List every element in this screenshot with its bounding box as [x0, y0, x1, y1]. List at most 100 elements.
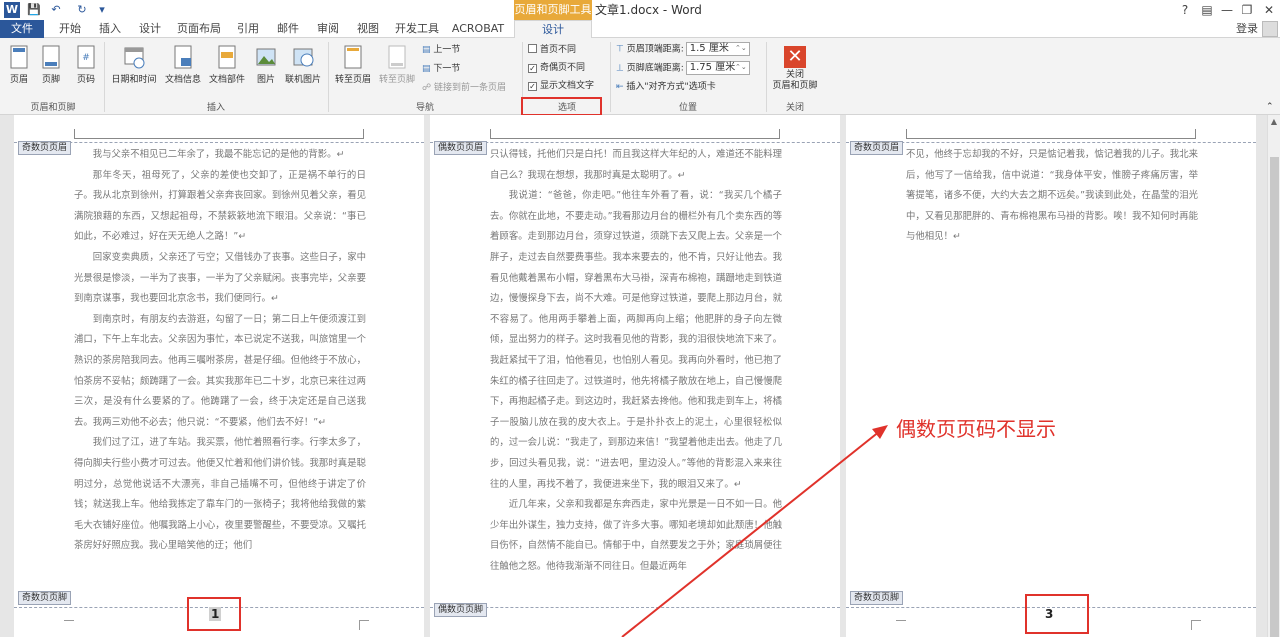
insert-alignment-tab-button[interactable]: ⇤ 插入"对齐方式"选项卡	[616, 80, 716, 94]
customize-quick-access-icon[interactable]: ▾	[94, 2, 110, 18]
page-1: 奇数页页眉 我与父亲不相见已二年余了，我最不能忘记的是他的背影。↵ 那年冬天，祖…	[14, 115, 424, 637]
quick-parts-button[interactable]: 文档部件	[206, 44, 248, 85]
login-link[interactable]: 登录	[1236, 20, 1258, 38]
previous-icon: ▤	[422, 45, 431, 55]
different-odd-even-label: 奇偶页不同	[540, 63, 586, 73]
document-area: 奇数页页眉 我与父亲不相见已二年余了，我最不能忘记的是他的背影。↵ 那年冬天，祖…	[0, 115, 1267, 637]
previous-section-button[interactable]: ▤ 上一节	[422, 43, 460, 57]
goto-footer-icon	[388, 45, 406, 69]
tab-view[interactable]: 视图	[350, 20, 386, 38]
avatar[interactable]	[1262, 21, 1278, 37]
close-hf-label-1: 关闭	[785, 70, 804, 80]
odd-page-footer-tag: 奇数页页脚	[18, 591, 72, 605]
tab-references[interactable]: 引用	[230, 20, 266, 38]
ribbon: 页眉 页脚 # 页码 页眉和页脚 日期和时间 文档信息 文档部件 图片 联机图片…	[0, 38, 1280, 116]
page-number-button[interactable]: # 页码	[72, 44, 100, 85]
redo-icon[interactable]: ↻	[74, 2, 90, 18]
undo-icon[interactable]: ↶	[48, 2, 64, 18]
alignment-tab-icon: ⇤	[616, 82, 624, 92]
annotation-note: 偶数页页码不显示	[896, 417, 1056, 441]
header-button-label: 页眉	[9, 75, 28, 85]
footer-button[interactable]: 页脚	[38, 44, 64, 85]
scrollbar-thumb[interactable]	[1270, 157, 1279, 637]
header-top-distance-label: 页眉顶端距离:	[626, 44, 684, 55]
paragraph: 我们过了江，进了车站。我买票，他忙着照看行李。行李太多了，得向脚夫行些小费才可过…	[74, 437, 366, 552]
goto-footer-label: 转至页脚	[378, 75, 415, 85]
tab-acrobat[interactable]: ACROBAT	[448, 20, 508, 38]
paragraph: 只认得钱，托他们只是白托！而且我这样大年纪的人，难道还不能料理自己么？我现在想想…	[490, 149, 782, 181]
close-window-icon[interactable]: ✕	[1258, 0, 1280, 20]
tab-insert[interactable]: 插入	[92, 20, 128, 38]
link-to-previous-button[interactable]: ☍ 链接到前一条页眉	[422, 81, 506, 95]
goto-footer-button[interactable]: 转至页脚	[376, 44, 418, 85]
document-title: 文章1.docx - Word	[595, 3, 702, 17]
page-3: 奇数页页眉 不见，他终于忘却我的不好，只是惦记着我，惦记着我的儿子。我北来后，他…	[846, 115, 1256, 637]
tab-developer[interactable]: 开发工具	[390, 20, 444, 38]
page-number[interactable]: 3	[1045, 607, 1053, 621]
header-line	[490, 129, 780, 139]
footer-bottom-distance-input[interactable]: 1.75 厘米	[685, 61, 750, 75]
date-time-label: 日期和时间	[111, 75, 157, 85]
tab-review[interactable]: 审阅	[310, 20, 346, 38]
show-document-text-checkbox[interactable]: ✓ 显示文档文字	[528, 79, 594, 93]
page-1-body[interactable]: 我与父亲不相见已二年余了，我最不能忘记的是他的背影。↵ 那年冬天，祖母死了，父亲…	[74, 145, 366, 557]
odd-page-header-tag: 奇数页页眉	[18, 141, 72, 155]
header-top-distance: ⊤ 页眉顶端距离: 1.5 厘米	[616, 42, 750, 57]
date-time-button[interactable]: 日期和时间	[108, 44, 160, 85]
tab-mailings[interactable]: 邮件	[270, 20, 306, 38]
restore-icon[interactable]: ❐	[1236, 0, 1258, 20]
close-hf-label-2: 页眉和页脚	[772, 81, 818, 91]
odd-page-footer-tag: 奇数页页脚	[850, 591, 904, 605]
different-first-page-label: 首页不同	[540, 45, 577, 55]
margin-mark	[359, 620, 369, 630]
show-document-text-label: 显示文档文字	[540, 81, 595, 91]
different-odd-even-checkbox[interactable]: ✓ 奇偶页不同	[528, 61, 585, 75]
group-label-options: 选项	[557, 103, 576, 113]
save-icon[interactable]: 💾	[26, 2, 42, 18]
picture-label: 图片	[256, 75, 275, 85]
paragraph: 我说道：“爸爸，你走吧。”他往车外看了看，说：“我买几个橘子去。你就在此地，不要…	[490, 190, 782, 490]
vertical-scrollbar[interactable]: ▲	[1267, 115, 1280, 637]
paragraph: 我与父亲不相见已二年余了，我最不能忘记的是他的背影。↵	[92, 149, 345, 160]
page-number[interactable]: 1	[209, 607, 222, 621]
different-first-page-checkbox[interactable]: 首页不同	[528, 43, 576, 57]
footer-bottom-distance: ⊥ 页脚底端距离: 1.75 厘米	[616, 61, 750, 76]
page-2: 偶数页页眉 只认得钱，托他们只是白托！而且我这样大年纪的人，难道还不能料理自己么…	[430, 115, 840, 637]
tab-design[interactable]: 设计	[132, 20, 168, 38]
margin-mark	[64, 620, 74, 630]
header-line	[906, 129, 1196, 139]
next-icon: ▤	[422, 64, 431, 74]
ribbon-display-options-icon[interactable]: ▤	[1196, 0, 1218, 20]
header-button[interactable]: 页眉	[6, 44, 32, 85]
goto-header-label: 转至页眉	[334, 75, 371, 85]
collapse-ribbon-icon[interactable]: ⌃	[1266, 100, 1274, 114]
tab-home[interactable]: 开始	[52, 20, 88, 38]
quick-parts-label: 文档部件	[208, 75, 245, 85]
header-top-distance-input[interactable]: 1.5 厘米	[685, 42, 750, 56]
checkbox-unchecked-icon	[528, 44, 537, 53]
page-3-body[interactable]: 不见，他终于忘却我的不好，只是惦记着我，惦记着我的儿子。我北来后，他写了一信给我…	[906, 145, 1198, 248]
scroll-up-icon[interactable]: ▲	[1268, 115, 1280, 128]
margin-mark	[896, 620, 906, 630]
tab-file[interactable]: 文件	[0, 20, 44, 38]
tab-hf-design[interactable]: 设计	[514, 20, 592, 39]
header-boundary	[14, 142, 424, 143]
online-picture-icon	[293, 48, 314, 67]
paragraph: 不见，他终于忘却我的不好，只是惦记着我，惦记着我的儿子。我北来后，他写了一信给我…	[906, 149, 1198, 243]
tab-page-layout[interactable]: 页面布局	[172, 20, 226, 38]
footer-icon	[42, 45, 60, 69]
close-header-footer-button[interactable]: ✕ 关闭 页眉和页脚	[770, 46, 820, 92]
minimize-icon[interactable]: —	[1216, 0, 1238, 20]
online-picture-button[interactable]: 联机图片	[282, 44, 324, 85]
ribbon-tab-bar: 文件 开始 插入 设计 页面布局 引用 邮件 审阅 视图 开发工具 ACROBA…	[0, 20, 1280, 39]
checkbox-checked-icon: ✓	[528, 64, 537, 73]
word-app-icon: W	[4, 2, 20, 18]
goto-header-button[interactable]: 转至页眉	[332, 44, 374, 85]
picture-button[interactable]: 图片	[252, 44, 280, 85]
document-info-button[interactable]: 文档信息	[162, 44, 204, 85]
next-section-button[interactable]: ▤ 下一节	[422, 62, 460, 76]
help-button[interactable]: ?	[1174, 0, 1196, 20]
page-2-body[interactable]: 只认得钱，托他们只是白托！而且我这样大年纪的人，难道还不能料理自己么？我现在想想…	[490, 145, 782, 577]
close-icon: ✕	[784, 46, 806, 68]
goto-header-icon	[344, 45, 362, 69]
